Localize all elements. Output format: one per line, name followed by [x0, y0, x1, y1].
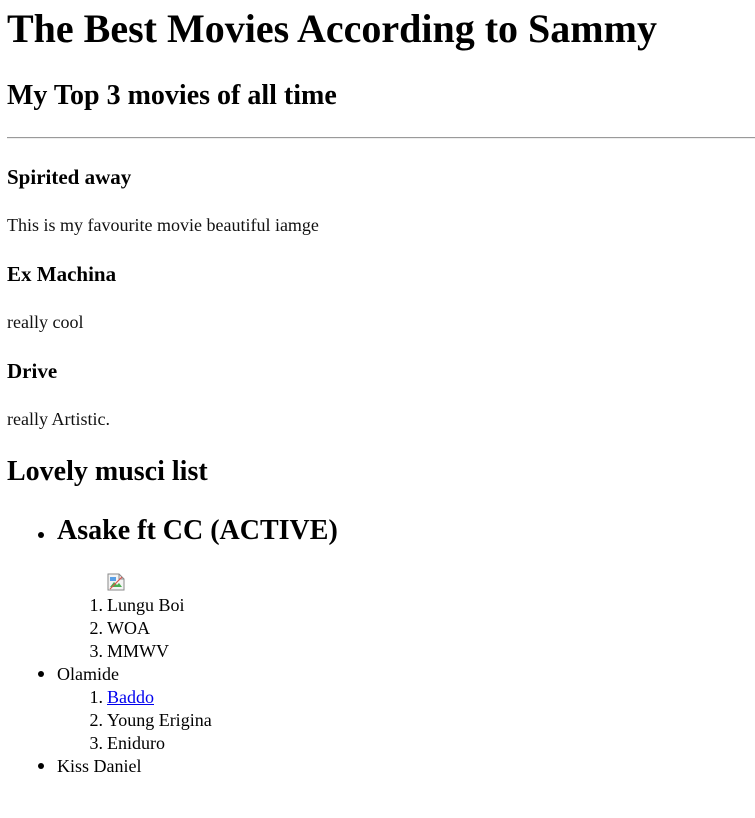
song-title: Young Erigina: [107, 710, 212, 730]
movie-title: Ex Machina: [7, 262, 117, 286]
movie-description: This is my favourite movie beautiful iam…: [7, 215, 319, 235]
list-bullet: [38, 671, 44, 677]
page: The Best Movies According to Sammy My To…: [0, 0, 755, 818]
movie-description: really cool: [7, 312, 84, 332]
movie-title: Spirited away: [7, 165, 132, 189]
song-title: MMWV: [107, 641, 169, 661]
song-title: Lungu Boi: [107, 595, 185, 615]
broken-image-icon: [107, 573, 125, 591]
list-bullet: [38, 763, 44, 769]
song-link-baddo[interactable]: Baddo: [107, 686, 154, 708]
list-number: 1.: [89, 687, 104, 707]
artist-name: Asake ft CC (ACTIVE): [57, 515, 338, 546]
list-number: 1.: [89, 595, 104, 615]
song-title: WOA: [107, 618, 150, 638]
list-number: 2.: [89, 710, 104, 730]
movie-description: really Artistic.: [7, 409, 110, 429]
page-title: The Best Movies According to Sammy: [7, 6, 657, 51]
list-number: 3.: [89, 733, 104, 753]
list-number: 3.: [89, 641, 104, 661]
list-bullet: [38, 532, 44, 538]
song-title: Eniduro: [107, 733, 165, 753]
music-heading: Lovely musci list: [7, 456, 208, 487]
movie-title: Drive: [7, 359, 58, 383]
list-number: 2.: [89, 618, 104, 638]
divider: [7, 137, 755, 139]
page-subtitle: My Top 3 movies of all time: [7, 80, 337, 111]
artist-name: Kiss Daniel: [57, 756, 142, 776]
artist-name: Olamide: [57, 664, 119, 684]
